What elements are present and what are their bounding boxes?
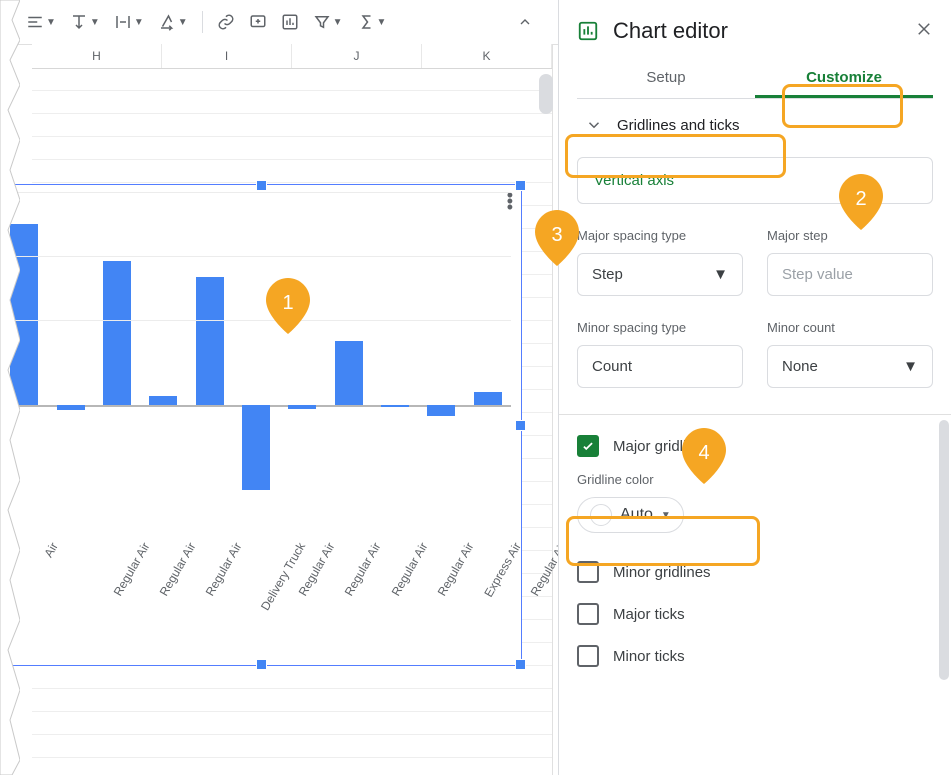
- checkbox-icon: [577, 603, 599, 625]
- resize-handle[interactable]: [515, 180, 526, 191]
- chevron-down-icon: [585, 116, 603, 134]
- insert-chart-icon[interactable]: [275, 9, 305, 35]
- chart-x-labels: AirRegular AirRegular AirRegular AirDeli…: [1, 540, 511, 650]
- minor-spacing-type-select[interactable]: Count ▼: [577, 345, 743, 388]
- vertical-scrollbar[interactable]: [539, 74, 553, 114]
- resize-handle[interactable]: [515, 420, 526, 431]
- panel-scrollbar[interactable]: [937, 300, 949, 765]
- resize-handle[interactable]: [0, 420, 7, 431]
- major-step-input[interactable]: Step value: [767, 253, 933, 296]
- panel-title: Chart editor: [613, 18, 728, 44]
- insert-comment-icon[interactable]: [243, 9, 273, 35]
- embedded-chart[interactable]: ••• AirRegular AirRegular AirRegular Air…: [0, 184, 522, 666]
- chart-plot-area: [1, 205, 511, 525]
- col-H[interactable]: H: [32, 44, 162, 68]
- minor-gridlines-checkbox[interactable]: Minor gridlines: [559, 551, 951, 593]
- dropdown-icon: ▼: [661, 510, 671, 521]
- checkbox-icon: [577, 561, 599, 583]
- col-K[interactable]: K: [422, 44, 552, 68]
- checkbox-icon: [577, 645, 599, 667]
- col-J[interactable]: J: [292, 44, 422, 68]
- color-swatch: [590, 504, 612, 526]
- vertical-align-icon[interactable]: ▼: [64, 9, 106, 35]
- resize-handle[interactable]: [256, 659, 267, 670]
- close-icon[interactable]: [915, 20, 933, 43]
- gridline-color-label: Gridline color: [577, 472, 654, 487]
- spreadsheet-grid[interactable]: H I J K ••• AirRegular AirRegular AirReg…: [12, 44, 553, 775]
- section-gridlines-ticks[interactable]: Gridlines and ticks: [571, 105, 939, 145]
- resize-handle[interactable]: [0, 180, 7, 191]
- chart-editor-panel: Chart editor Setup Customize Gridlines a…: [558, 0, 951, 775]
- resize-handle[interactable]: [515, 659, 526, 670]
- dropdown-icon: ▼: [903, 358, 918, 375]
- resize-handle[interactable]: [0, 659, 7, 670]
- text-rotation-icon[interactable]: ▼: [152, 9, 194, 35]
- dropdown-icon: ▼: [713, 266, 728, 283]
- minor-ticks-checkbox[interactable]: Minor ticks: [559, 635, 951, 677]
- axis-selector[interactable]: Vertical axis: [577, 157, 933, 204]
- tab-customize[interactable]: Customize: [755, 58, 933, 98]
- minor-count-select[interactable]: None ▼: [767, 345, 933, 388]
- major-spacing-type-label: Major spacing type: [577, 228, 743, 243]
- text-wrap-icon[interactable]: ▼: [108, 9, 150, 35]
- tab-setup[interactable]: Setup: [577, 58, 755, 98]
- resize-handle[interactable]: [256, 180, 267, 191]
- filter-icon[interactable]: ▼: [307, 9, 349, 35]
- checkbox-checked-icon: [577, 435, 599, 457]
- major-gridlines-checkbox[interactable]: Major gridlines: [559, 425, 951, 467]
- chart-icon: [577, 20, 599, 42]
- col-I[interactable]: I: [162, 44, 292, 68]
- major-spacing-type-select[interactable]: Step ▼: [577, 253, 743, 296]
- editor-tabs: Setup Customize: [577, 58, 933, 99]
- minor-spacing-type-label: Minor spacing type: [577, 320, 743, 335]
- major-ticks-checkbox[interactable]: Major ticks: [559, 593, 951, 635]
- collapse-toolbar-icon[interactable]: [511, 10, 539, 34]
- column-headers: H I J K: [32, 44, 552, 69]
- gridline-color-select[interactable]: Auto ▼: [577, 497, 684, 533]
- functions-icon[interactable]: ▼: [351, 9, 393, 35]
- minor-count-label: Minor count: [767, 320, 933, 335]
- horizontal-align-icon[interactable]: ▼: [20, 9, 62, 35]
- insert-link-icon[interactable]: [211, 9, 241, 35]
- major-step-label: Major step: [767, 228, 933, 243]
